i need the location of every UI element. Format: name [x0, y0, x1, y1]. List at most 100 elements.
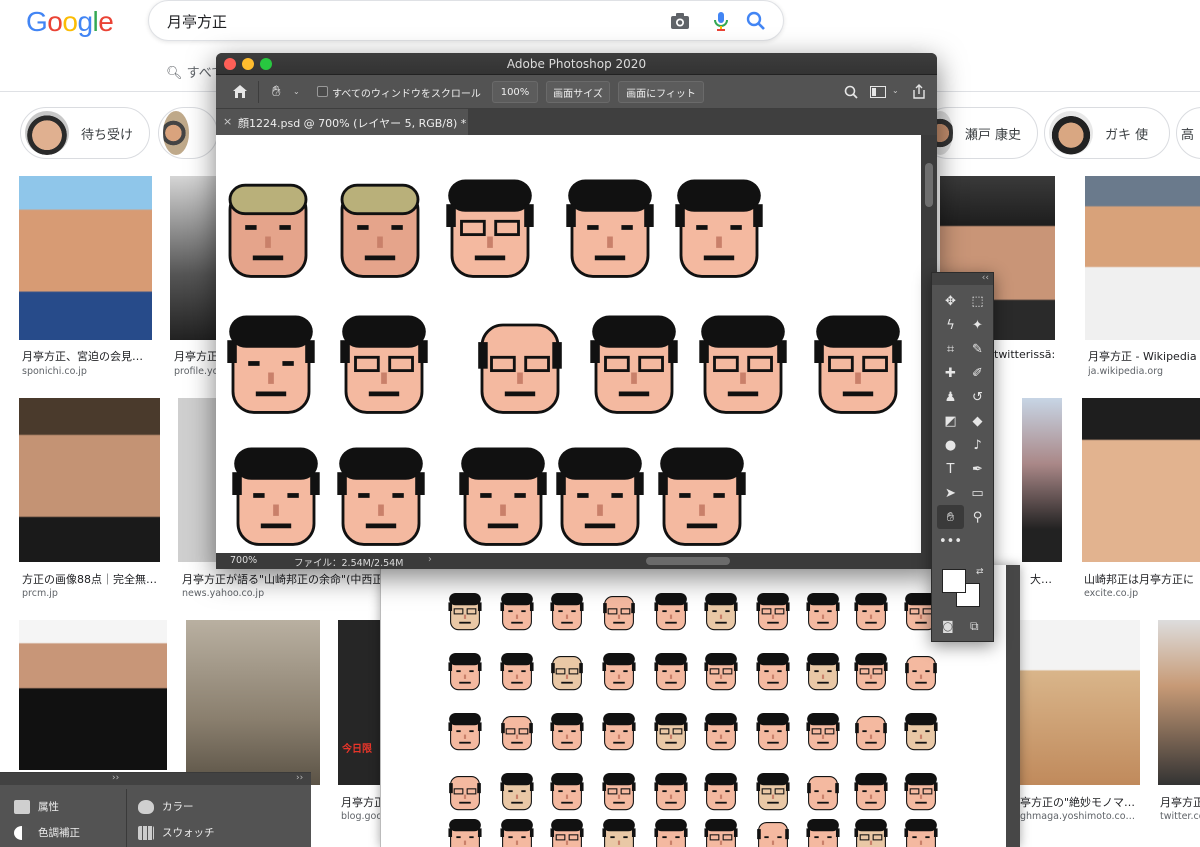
pixel-face	[556, 447, 644, 546]
rectangle-tool-icon[interactable]: ▭	[964, 481, 991, 505]
paint-bucket-tool-icon[interactable]: ◆	[964, 409, 991, 433]
path-selection-tool-icon[interactable]: ➤	[937, 481, 964, 505]
search-icon[interactable]	[844, 85, 858, 99]
result-thumbnail[interactable]	[19, 620, 167, 770]
result-thumbnail[interactable]	[1085, 176, 1200, 340]
related-chip[interactable]: 瀬戸 康史	[922, 107, 1038, 159]
swap-colors-icon[interactable]: ⇄	[976, 567, 984, 577]
search-input[interactable]: 月亭方正	[167, 11, 227, 32]
workspace-icon[interactable]	[870, 86, 886, 98]
result-thumbnail[interactable]	[1020, 620, 1140, 785]
result-caption[interactable]: 月亭方正が語る"山崎邦正の余命"(中西正	[182, 571, 382, 587]
result-caption[interactable]: 月亭方正	[1160, 794, 1200, 810]
pixel-face	[806, 593, 840, 631]
result-caption[interactable]: 亭方正の"絶妙モノマ…	[1020, 794, 1140, 810]
document-tab[interactable]: × 顔1224.psd @ 700% (レイヤー 5, RGB/8) *	[216, 109, 468, 135]
collapse-icon[interactable]: ››	[296, 773, 303, 783]
related-chip[interactable]: 高	[1176, 107, 1200, 159]
search-icon[interactable]	[745, 10, 767, 32]
marquee-tool-icon[interactable]: ⬚	[964, 289, 991, 313]
magic-wand-tool-icon[interactable]: ✦	[964, 313, 991, 337]
result-thumbnail[interactable]	[1022, 398, 1062, 562]
chevron-down-icon[interactable]: ⌄	[293, 87, 300, 96]
crop-tool-icon[interactable]: ⌗	[937, 337, 964, 361]
panel-header[interactable]: ›› ››	[0, 773, 311, 785]
properties-panel-dock: ›› ›› 属性 色調補正 カラー スウォッチ	[0, 772, 311, 847]
magnifier-icon: 🔍︎	[166, 66, 183, 81]
result-thumbnail[interactable]	[19, 398, 160, 562]
eyedropper-tool-icon[interactable]: ✎	[964, 337, 991, 361]
microphone-icon[interactable]	[710, 10, 732, 32]
panel-adjustments[interactable]: 色調補正	[14, 825, 80, 840]
result-caption[interactable]: 月亭方正、宮迫の会見…	[22, 348, 152, 364]
related-chip[interactable]	[158, 107, 218, 159]
result-caption[interactable]: twitterissä: "…	[994, 348, 1056, 361]
title-bar[interactable]: Adobe Photoshop 2020	[216, 53, 937, 75]
panel-swatches[interactable]: スウォッチ	[138, 825, 215, 840]
pixel-face	[228, 183, 308, 278]
canvas[interactable]	[216, 135, 921, 555]
move-tool-icon[interactable]: ✥	[937, 289, 964, 313]
healing-brush-tool-icon[interactable]: ✚	[937, 361, 964, 385]
panel-color[interactable]: カラー	[138, 799, 194, 814]
eraser-tool-icon[interactable]: ◩	[937, 409, 964, 433]
pen-tool-icon[interactable]: ✒	[964, 457, 991, 481]
result-caption[interactable]: 大…	[1030, 571, 1062, 587]
scroll-all-windows-checkbox[interactable]	[317, 86, 328, 97]
result-caption[interactable]: 月亭方正	[174, 348, 216, 364]
blur-tool-icon[interactable]: ●	[937, 433, 964, 457]
result-caption[interactable]: 山崎邦正は月亭方正に	[1084, 571, 1200, 587]
google-logo[interactable]: Google	[26, 6, 114, 38]
status-zoom[interactable]: 700%	[230, 555, 257, 566]
result-thumbnail[interactable]	[170, 176, 216, 340]
result-thumbnail[interactable]	[1082, 398, 1200, 562]
panel-properties[interactable]: 属性	[14, 799, 59, 814]
chevron-right-icon[interactable]: ›	[428, 554, 432, 565]
close-tab-icon[interactable]: ×	[223, 115, 232, 128]
lasso-tool-icon[interactable]: ϟ	[937, 313, 964, 337]
pixel-face-sheet-document[interactable]	[380, 565, 1020, 847]
scroll-all-windows-label: すべてのウィンドウをスクロール	[332, 89, 481, 100]
share-icon[interactable]	[912, 84, 926, 99]
result-thumbnail[interactable]: 今日限	[338, 620, 382, 785]
pixel-face	[756, 593, 790, 631]
collapse-icon[interactable]: ››	[112, 773, 119, 783]
brush-tool-icon[interactable]: ✐	[964, 361, 991, 385]
hand-tool-icon[interactable]: ✋︎	[272, 82, 281, 100]
result-caption[interactable]: 月亭方正	[341, 794, 382, 810]
camera-icon[interactable]	[669, 10, 691, 32]
clone-stamp-tool-icon[interactable]: ♟	[937, 385, 964, 409]
fill-screen-button[interactable]: 画面にフィット	[618, 81, 704, 103]
pixel-face	[806, 819, 840, 847]
zoom-tool-icon[interactable]: ⚲	[964, 505, 991, 529]
related-chip[interactable]: 待ち受け	[20, 107, 150, 159]
result-thumbnail[interactable]	[186, 620, 320, 785]
pixel-face	[448, 653, 482, 691]
horizontal-scroll-thumb[interactable]	[646, 557, 730, 565]
result-thumbnail[interactable]	[19, 176, 152, 340]
collapse-icon[interactable]: ‹‹	[982, 273, 989, 283]
screen-mode-icon[interactable]: ⧉	[970, 619, 979, 634]
result-caption[interactable]: 方正の画像88点｜完全無…	[22, 571, 160, 587]
result-thumbnail[interactable]	[1158, 620, 1200, 785]
related-chip[interactable]: ガキ 使	[1044, 107, 1170, 159]
dodge-tool-icon[interactable]: ♪	[964, 433, 991, 457]
zoom-100-button[interactable]: 100%	[492, 81, 538, 103]
hand-tool-icon[interactable]: ✋︎	[937, 505, 964, 529]
result-caption[interactable]: 月亭方正 - Wikipedia	[1088, 348, 1200, 364]
tools-panel-header[interactable]: ‹‹	[932, 273, 993, 285]
pixel-face	[550, 713, 584, 751]
result-source: excite.co.jp	[1084, 588, 1139, 599]
canvas-area[interactable]	[216, 135, 937, 555]
foreground-color-swatch[interactable]	[942, 569, 966, 593]
history-brush-tool-icon[interactable]: ↺	[964, 385, 991, 409]
quick-mask-icon[interactable]: ◙	[942, 619, 954, 633]
fit-screen-button[interactable]: 画面サイズ	[546, 81, 610, 103]
more-tools-icon[interactable]: •••	[937, 529, 964, 553]
type-tool-icon[interactable]: T	[937, 457, 964, 481]
search-box[interactable]: 月亭方正	[148, 0, 784, 41]
result-thumbnail[interactable]	[178, 398, 216, 562]
home-icon[interactable]	[232, 84, 248, 99]
vertical-scrollbar[interactable]	[1006, 565, 1020, 847]
chevron-down-icon[interactable]: ⌄	[892, 86, 899, 95]
